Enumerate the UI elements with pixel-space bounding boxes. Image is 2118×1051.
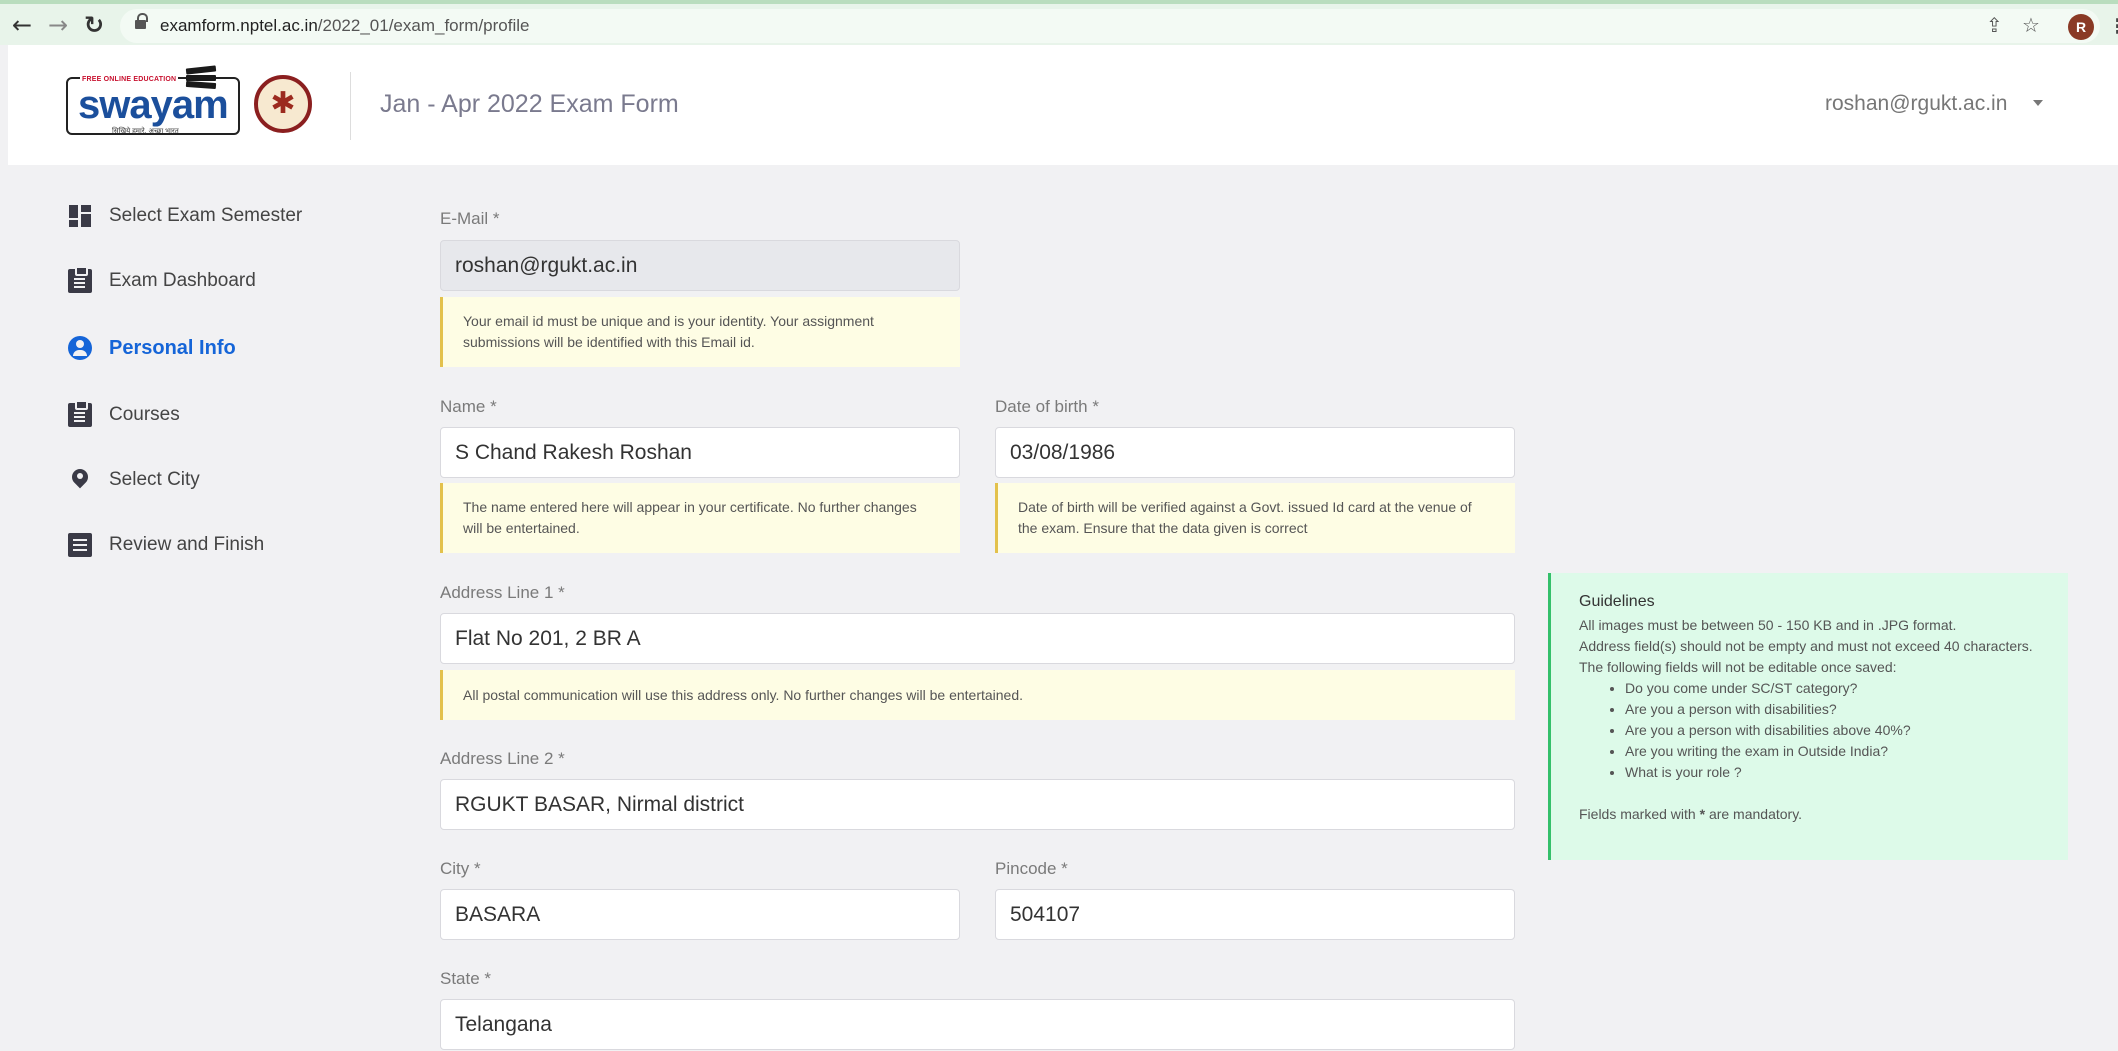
user-menu[interactable]: roshan@rgukt.ac.in	[1825, 92, 2007, 116]
sidebar-item-label: Select Exam Semester	[109, 205, 303, 226]
browser-menu-icon[interactable]: ⋮	[2108, 14, 2118, 39]
city-field[interactable]	[440, 889, 960, 940]
email-field[interactable]	[440, 240, 960, 291]
share-icon[interactable]: ⇪	[1986, 13, 2003, 37]
sidebar-item-exam-dashboard[interactable]: Exam Dashboard	[68, 266, 256, 296]
chevron-down-icon[interactable]	[2033, 100, 2043, 106]
address-line2-field[interactable]	[440, 779, 1515, 830]
logo-subtitle: सिखिये हमारे, अच्छा भारत	[112, 128, 179, 135]
pincode-label: Pincode *	[995, 859, 1068, 878]
list-item: Do you come under SC/ST category?	[1625, 678, 2044, 699]
page-title: Jan - Apr 2022 Exam Form	[380, 90, 679, 118]
header-divider	[350, 72, 351, 140]
logo-tagline: FREE ONLINE EDUCATION	[80, 76, 179, 83]
state-label: State *	[440, 969, 492, 988]
mandatory-note: Fields marked with * are mandatory.	[1579, 806, 1803, 822]
list-icon	[68, 533, 92, 557]
browser-toolbar: ← → ↻ examform.nptel.ac.in/2022_01/exam_…	[0, 0, 2118, 45]
dob-label: Date of birth *	[995, 397, 1099, 416]
list-item: Are you a person with disabilities?	[1625, 699, 2044, 720]
clipboard-icon	[68, 266, 92, 293]
name-label: Name *	[440, 397, 497, 416]
pincode-field[interactable]	[995, 889, 1515, 940]
dob-note: Date of birth will be verified against a…	[995, 483, 1515, 553]
reload-icon[interactable]: ↻	[80, 11, 108, 39]
city-label: City *	[440, 859, 481, 878]
forward-arrow-icon[interactable]: →	[44, 11, 72, 39]
app-header: FREE ONLINE EDUCATION swayam सिखिये हमार…	[8, 45, 2118, 165]
list-item: Are you a person with disabilities above…	[1625, 720, 2044, 741]
books-icon	[185, 65, 218, 90]
sidebar-item-personal-info[interactable]: Personal Info	[68, 333, 236, 363]
sidebar-item-label: Personal Info	[109, 336, 236, 359]
name-note: The name entered here will appear in you…	[440, 483, 960, 553]
user-circle-icon	[68, 336, 92, 360]
back-arrow-icon[interactable]: ←	[8, 11, 36, 39]
list-item: What is your role ?	[1625, 762, 2044, 783]
sidebar-item-label: Select City	[109, 469, 200, 490]
browser-profile-avatar[interactable]: R	[2068, 14, 2094, 40]
url-text[interactable]: examform.nptel.ac.in/2022_01/exam_form/p…	[160, 16, 529, 36]
sidebar-item-label: Review and Finish	[109, 534, 265, 555]
guidelines-title: Guidelines	[1579, 593, 1655, 610]
logo-wordmark: swayam	[78, 83, 229, 127]
map-pin-icon	[68, 468, 92, 492]
guidelines-panel: Guidelines All images must be between 50…	[1548, 573, 2068, 860]
guideline-text: Address field(s) should not be empty and…	[1579, 638, 2033, 654]
sidebar-item-label: Courses	[109, 404, 180, 425]
dob-field[interactable]	[995, 427, 1515, 478]
guideline-text: All images must be between 50 - 150 KB a…	[1579, 617, 1957, 633]
bookmark-star-icon[interactable]: ☆	[2022, 13, 2040, 37]
clipboard-icon	[68, 400, 92, 427]
email-note: Your email id must be unique and is your…	[440, 297, 960, 367]
name-field[interactable]	[440, 427, 960, 478]
sidebar-item-courses[interactable]: Courses	[68, 400, 180, 430]
guideline-text: The following fields will not be editabl…	[1579, 659, 1897, 675]
lock-icon	[135, 13, 148, 31]
list-item: Are you writing the exam in Outside Indi…	[1625, 741, 2044, 762]
state-field[interactable]	[440, 999, 1515, 1050]
email-label: E-Mail *	[440, 209, 500, 228]
sidebar-item-select-exam-semester[interactable]: Select Exam Semester	[68, 201, 302, 231]
address-line1-label: Address Line 1 *	[440, 583, 565, 602]
address-line1-note: All postal communication will use this a…	[440, 670, 1515, 720]
dashboard-icon	[68, 204, 92, 228]
non-editable-fields-list: Do you come under SC/ST category? Are yo…	[1579, 678, 2044, 783]
address-line2-label: Address Line 2 *	[440, 749, 565, 768]
sidebar-item-select-city[interactable]: Select City	[68, 465, 200, 495]
emblem-logo	[254, 75, 312, 133]
sidebar-item-review-and-finish[interactable]: Review and Finish	[68, 530, 264, 560]
address-line1-field[interactable]	[440, 613, 1515, 664]
sidebar-item-label: Exam Dashboard	[109, 270, 256, 291]
